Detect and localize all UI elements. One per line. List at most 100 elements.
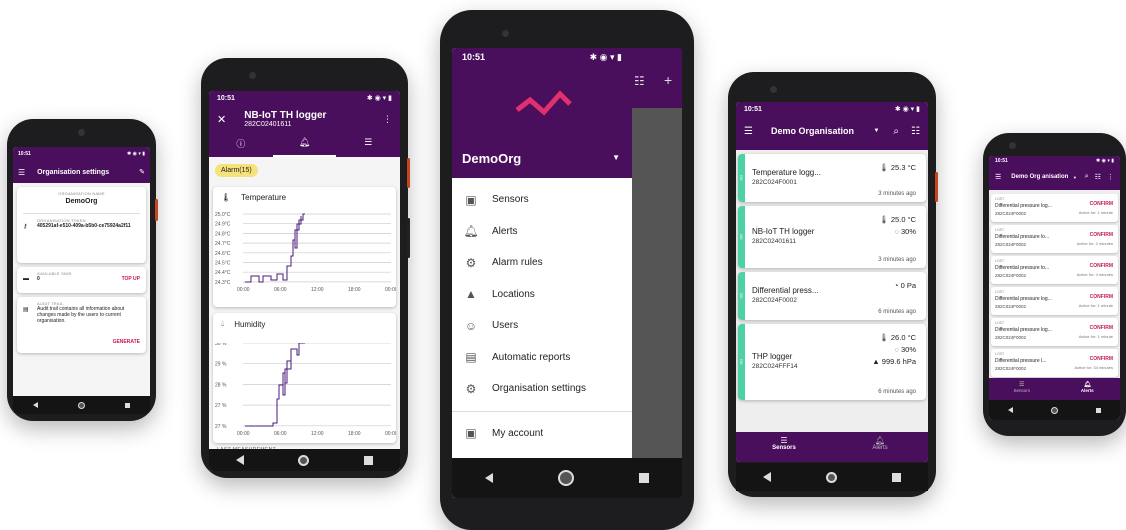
sensor-name: Differential press... [752,286,819,295]
alert-sensor-id: 282C024F0002 [995,366,1027,371]
sensor-card[interactable]: OK Temperature logg... 282C024F0001 🌡︎ 25.3… [738,154,926,202]
alert-card[interactable]: LOST Differential pressure lo... 282C024F0… [991,256,1118,284]
page-title: Organisation settings [37,168,110,176]
back-button[interactable] [484,473,493,483]
temperature-title: Temperature [241,193,287,202]
tab-list[interactable]: ☰ [336,133,400,157]
confirm-button[interactable]: CONFIRM [1090,263,1113,269]
generate-button[interactable]: GENERATE [113,339,140,345]
tab-sensors[interactable]: ☰ Sensors [736,432,832,462]
alert-card[interactable]: LOST Differential pressure log... 282C024F… [991,194,1118,222]
close-icon[interactable]: ✕ [217,113,226,126]
system-navbar [452,458,682,498]
x-tick-label: 12:00 [311,287,324,293]
more-icon[interactable]: ⋮ [383,114,392,125]
tab-alarms[interactable]: 🔔︎ [272,133,337,157]
home-button[interactable] [1051,406,1058,414]
back-button[interactable] [763,472,772,482]
search-icon[interactable]: ⌕ [893,126,899,137]
status-time: 10:51 [995,158,1008,164]
home-button[interactable] [825,471,837,483]
alert-sensor-name: Differential pressure lo... [995,265,1050,271]
tab-alerts[interactable]: 🔔︎ Alerts [832,432,928,462]
sensor-card[interactable]: OK NB-IoT TH logger 282C02401611 🌡︎ 25.0 °C… [738,206,926,268]
last-update: 6 minutes ago [878,389,916,395]
status-time: 10:51 [744,105,762,113]
back-button[interactable] [1008,407,1013,413]
phone-sensor-list: 10:51 ✱ ◉ ▾ ▮ ☰ Demo Organisation ▼ ⌕ ☷ … [728,72,938,497]
home-button[interactable] [78,401,85,409]
menu-item-sensors[interactable]: ▣ Sensors [452,184,632,216]
recents-button[interactable] [891,472,901,482]
thermometer-icon: 🌡︎ [221,193,232,202]
alert-status: LOST [995,321,1005,325]
camera [1009,142,1016,149]
alert-status: LOST [995,228,1005,232]
x-tick-label: 00:00 [237,287,250,293]
filter-icon[interactable]: ☷ [1095,173,1101,181]
reading-value: 26.0 °C [890,333,916,342]
phone-alerts-list: 10:51 ✱ ◉ ▾ ▮ ☰ Demo Org anisation ▼ ⌕ ☷… [983,133,1126,436]
sensor-card[interactable]: OK Differential press... 282C024F0002 ◔ 0 P… [738,272,926,320]
org-token: 405291af-e510-409a-b5b0-ce75924a2f11 [37,223,131,229]
menu-item-my-account[interactable]: ▣ My account [452,418,632,450]
alarm-chip[interactable]: Alarm(15) [215,164,258,177]
sensor-name: Temperature logg... [752,168,821,177]
back-button[interactable] [33,402,38,408]
menu-icon[interactable]: ☰ [18,168,25,177]
menu-icon[interactable]: ☰ [995,173,1001,181]
tab-alerts[interactable]: 🔔︎ Alerts [1055,378,1121,400]
list-icon: ☰ [1019,382,1025,388]
reading-value: 25.3 °C [890,163,916,172]
status-strip: OK [738,206,745,268]
recents-button[interactable] [639,473,650,483]
menu-item-users[interactable]: ☺ Users [452,310,632,342]
landscape-icon: ▲ [465,287,477,302]
top-up-button[interactable]: TOP UP [122,276,140,282]
recents-button[interactable] [1096,407,1101,413]
menu-item-locations[interactable]: ▲ Locations [452,279,632,311]
x-tick-label: 18:00 [348,431,361,437]
org-name: DemoOrg [462,151,522,166]
alert-card[interactable]: LOST Differential pressure log... 282C024F… [991,287,1118,315]
alert-sensor-name: Differential pressure l... [995,358,1047,364]
menu-item-alerts[interactable]: 🔔︎ Alerts [452,216,632,248]
sims-card: AVAILABLE SIMS ▬ 0 TOP UP [17,267,146,293]
tab-info[interactable]: ⓘ [209,133,273,157]
y-tick-label: 24.7°C [215,241,231,247]
menu-item-automatic-reports[interactable]: ▤ Automatic reports [452,342,632,374]
org-dropdown-icon[interactable]: ▼ [873,128,879,134]
org-dropdown-icon[interactable]: ▼ [1073,175,1077,180]
alert-card[interactable]: LOST Differential pressure l... 282C024F00… [991,349,1118,377]
back-button[interactable] [236,455,245,465]
filter-icon[interactable]: ☷ [634,74,645,88]
account-icon: ▣ [465,426,477,441]
bell-icon: 🔔︎ [1083,382,1092,388]
sensor-card[interactable]: OK THP logger 282C024FFF14 🌡︎ 26.0 °C ◌ 30% ▲… [738,324,926,400]
alert-sensor-id: 282C024F0002 [995,335,1027,340]
recents-button[interactable] [363,455,373,465]
edit-icon[interactable]: ✎ [139,168,145,176]
search-icon[interactable]: ⌕ [1085,173,1089,181]
alert-card[interactable]: LOST Differential pressure lo... 282C024F0… [991,225,1118,253]
y-tick-label: 29 % [215,362,227,368]
sensor-id: 282C024F0002 [752,297,797,304]
org-dropdown-icon[interactable]: ▼ [612,153,620,162]
confirm-button[interactable]: CONFIRM [1090,325,1113,331]
tab-sensors[interactable]: ☰ Sensors [989,378,1055,400]
more-icon[interactable]: ⋮ [1107,173,1114,181]
confirm-button[interactable]: CONFIRM [1090,356,1113,362]
add-icon[interactable]: + [664,72,672,88]
menu-item-organisation-settings[interactable]: ⚙ Organisation settings [452,373,632,405]
home-button[interactable] [557,470,574,486]
filter-icon[interactable]: ☷ [911,126,920,137]
alert-card[interactable]: LOST Differential pressure log... 282C024F… [991,318,1118,346]
confirm-button[interactable]: CONFIRM [1090,201,1113,207]
menu-icon[interactable]: ☰ [744,126,753,137]
home-button[interactable] [298,454,310,466]
org-card: ORGANISATION NAME DemoOrg ORGANISATION T… [17,187,146,263]
recents-button[interactable] [125,402,130,408]
confirm-button[interactable]: CONFIRM [1090,294,1113,300]
menu-item-alarm-rules[interactable]: ⚙ Alarm rules [452,247,632,279]
confirm-button[interactable]: CONFIRM [1090,232,1113,238]
